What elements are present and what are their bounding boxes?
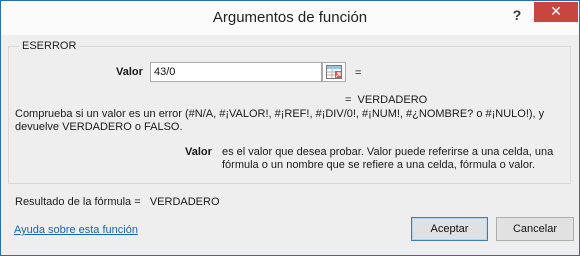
parameter-description: es el valor que desea probar. Valor pued… <box>222 146 554 171</box>
range-selector-icon <box>326 65 342 79</box>
function-result-preview: = VERDADERO <box>345 94 428 106</box>
formula-result: Resultado de la fórmula = VERDADERO <box>15 196 220 208</box>
parameter-label: Valor <box>185 146 212 158</box>
function-arguments-dialog: Argumentos de función ? ✕ ESERROR Valor … <box>0 0 580 256</box>
function-help-link[interactable]: Ayuda sobre esta función <box>14 224 138 236</box>
collapse-dialog-button[interactable] <box>322 62 346 82</box>
ok-button[interactable]: Aceptar <box>411 217 488 241</box>
dialog-title: Argumentos de función <box>212 9 368 26</box>
argument-label: Valor <box>116 66 143 78</box>
title-bar[interactable]: Argumentos de función ? ✕ <box>1 1 579 35</box>
argument-input[interactable] <box>150 62 322 82</box>
function-name: ESERROR <box>19 40 80 52</box>
help-button[interactable]: ? <box>504 6 530 26</box>
cancel-button[interactable]: Cancelar <box>496 217 574 241</box>
function-description: Comprueba si un valor es un error (#N/A,… <box>15 108 545 133</box>
argument-equals: = <box>355 67 362 79</box>
close-button[interactable]: ✕ <box>534 2 578 22</box>
